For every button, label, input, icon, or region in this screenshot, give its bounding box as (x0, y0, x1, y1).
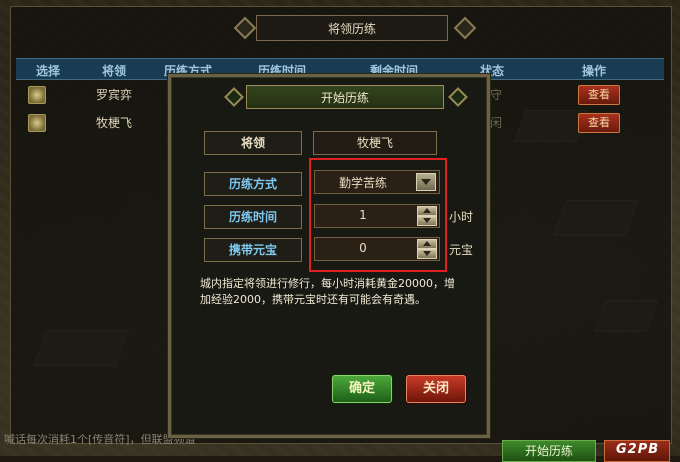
column-header-action: 操作 (582, 64, 607, 78)
start-training-button[interactable]: 开始历练 (502, 440, 596, 462)
ingot-label: 携带元宝 (204, 238, 302, 262)
training-window-title-frame: 将领历练 (256, 15, 448, 41)
chat-hint-text: 喊话每次消耗1个[传音符]，但联盟频道 (4, 433, 196, 446)
duration-label: 历练时间 (204, 205, 302, 229)
ornament-icon (453, 16, 477, 40)
general-name: 牧梗飞 (96, 116, 133, 130)
view-button[interactable]: 查看 (578, 85, 620, 105)
confirm-button[interactable]: 确定 (332, 375, 392, 403)
select-checkbox[interactable] (28, 86, 46, 104)
dialog-title: 开始历练 (320, 91, 369, 105)
ingot-unit: 元宝 (449, 243, 474, 257)
training-description: 城内指定将领进行修行，每小时消耗黄金20000，增加经验2000，携带元宝时还有… (200, 277, 455, 306)
ornament-icon (233, 16, 257, 40)
close-button[interactable]: 关闭 (406, 375, 466, 403)
duration-unit: 小时 (449, 210, 474, 224)
dialog-title-frame: 开始历练 (246, 85, 444, 109)
column-header-general: 将领 (102, 64, 127, 78)
general-value: 牧梗飞 (313, 131, 437, 155)
site-logo: G2PB (616, 442, 660, 457)
general-label: 将领 (204, 131, 302, 155)
select-checkbox[interactable] (28, 114, 46, 132)
method-label: 历练方式 (204, 172, 302, 196)
general-name: 罗宾弈 (96, 88, 133, 102)
training-window-title: 将领历练 (327, 22, 376, 36)
view-button[interactable]: 查看 (578, 113, 620, 133)
column-header-select: 选择 (36, 64, 61, 78)
ornament-icon (224, 87, 244, 107)
ornament-icon (448, 87, 468, 107)
highlight-frame (309, 158, 447, 272)
